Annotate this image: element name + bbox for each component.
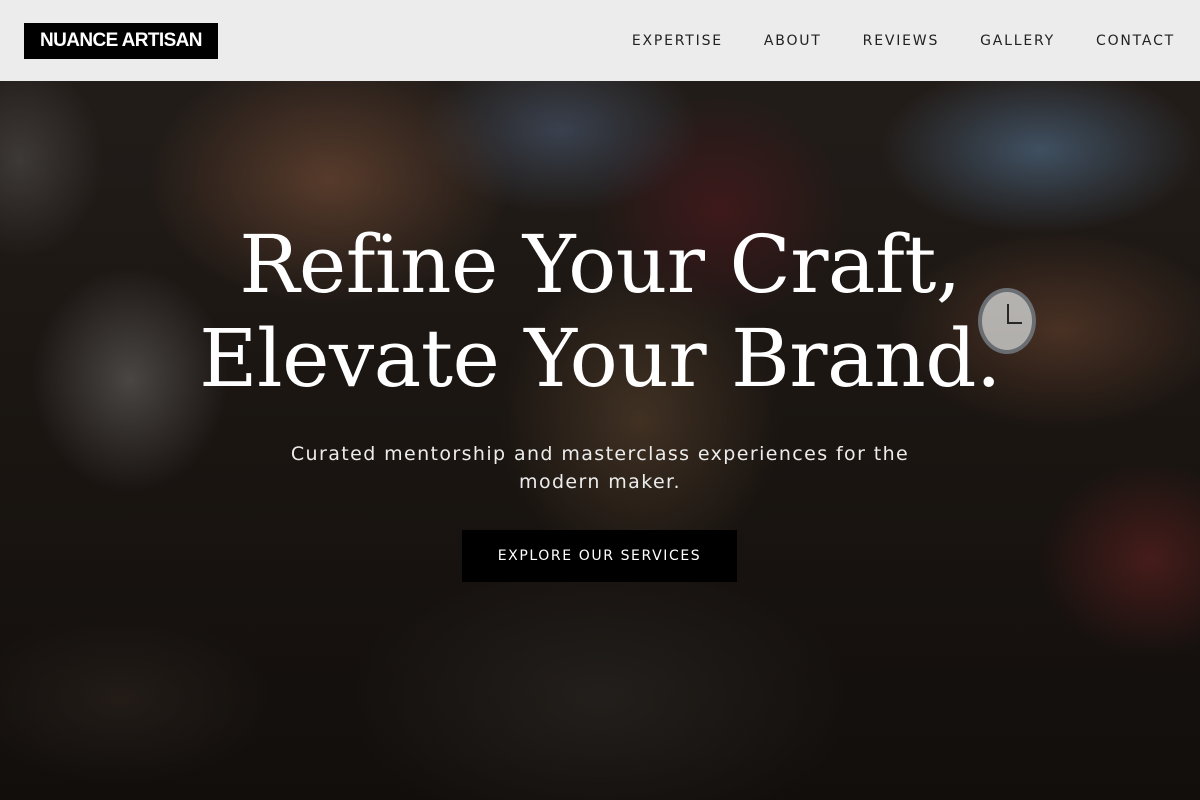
- hero-headline-line2: Elevate Your Brand.: [199, 312, 1001, 405]
- main-nav: EXPERTISE ABOUT REVIEWS GALLERY CONTACT: [632, 33, 1175, 49]
- explore-services-button[interactable]: EXPLORE OUR SERVICES: [462, 530, 737, 582]
- site-header: NUANCE ARTISAN EXPERTISE ABOUT REVIEWS G…: [0, 0, 1200, 81]
- hero-content: Refine Your Craft, Elevate Your Brand. C…: [0, 218, 1200, 496]
- hero-headline-line1: Refine Your Craft,: [239, 218, 961, 311]
- nav-gallery-link[interactable]: GALLERY: [980, 33, 1055, 49]
- nav-about-link[interactable]: ABOUT: [764, 33, 822, 49]
- hero-headline: Refine Your Craft, Elevate Your Brand.: [0, 218, 1200, 406]
- nav-expertise-link[interactable]: EXPERTISE: [632, 33, 723, 49]
- nav-contact-link[interactable]: CONTACT: [1096, 33, 1175, 49]
- hero-subtext: Curated mentorship and masterclass exper…: [290, 443, 910, 493]
- nav-reviews-link[interactable]: REVIEWS: [863, 33, 939, 49]
- brand-logo[interactable]: NUANCE ARTISAN: [24, 22, 218, 59]
